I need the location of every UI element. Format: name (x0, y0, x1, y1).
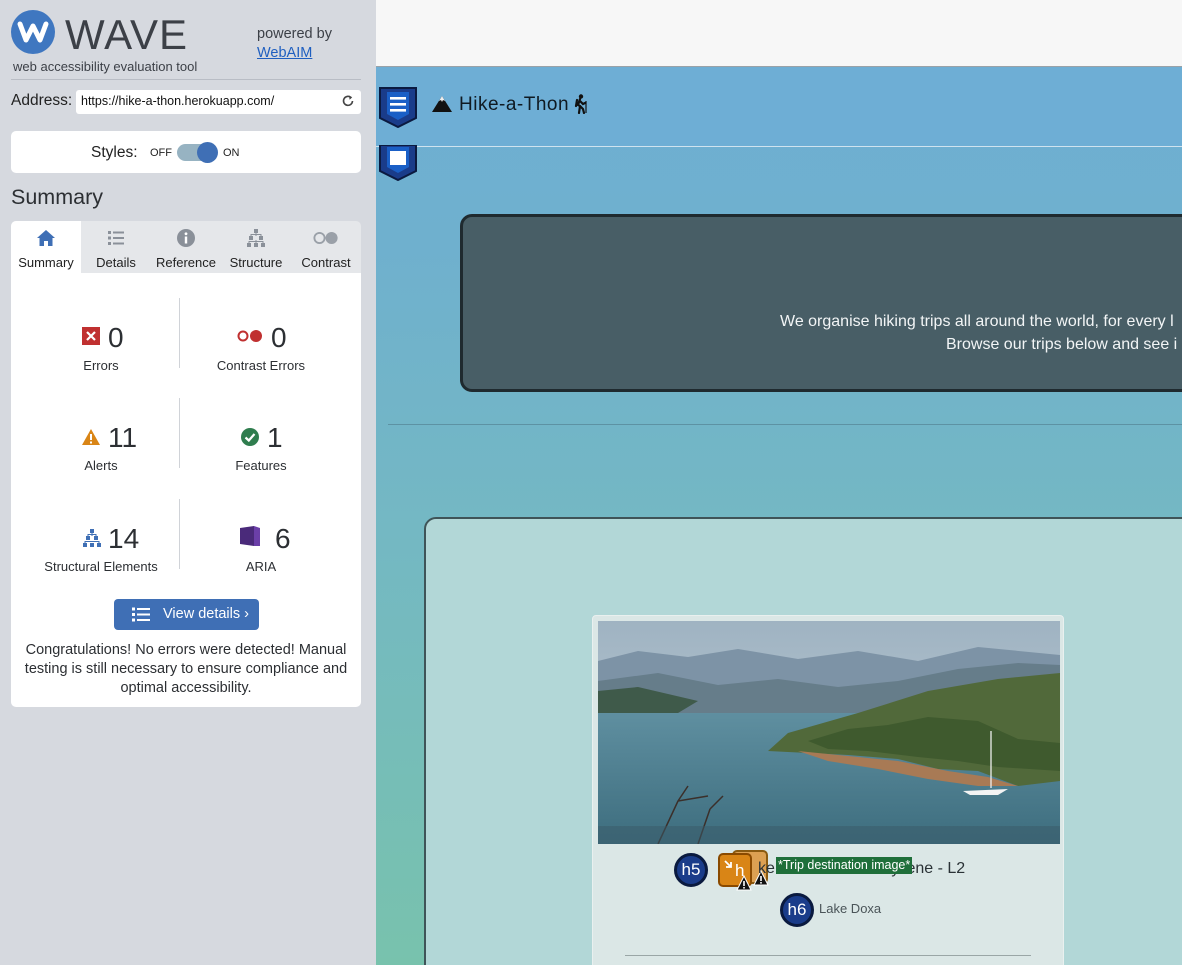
alerts-count: 11 (108, 422, 138, 453)
feature-icon (241, 428, 259, 446)
styles-off-label: OFF (150, 147, 172, 159)
structure-icon (247, 229, 265, 247)
tab-contrast[interactable]: Contrast (291, 221, 361, 273)
webaim-link[interactable]: WebAIM (257, 45, 312, 61)
structural-label: Structural Elements (44, 559, 158, 574)
tab-structure-label: Structure (229, 255, 283, 270)
structural-count: 14 (108, 523, 140, 554)
aria-count: 6 (275, 523, 291, 554)
errors-count: 0 (108, 322, 124, 353)
aria-badge-icon[interactable] (379, 86, 417, 128)
address-box (76, 90, 361, 114)
view-details-button[interactable]: View details › (114, 599, 259, 630)
contrast-icon (313, 231, 338, 245)
tab-reference[interactable]: Reference (151, 221, 221, 273)
list-icon (108, 231, 124, 245)
tab-details-label: Details (96, 255, 136, 270)
congrats-message: Congratulations! No errors were detected… (24, 642, 348, 696)
summary-panel: 0 Errors 0 Contrast Errors 11 Alerts 1 F… (11, 273, 361, 707)
tab-reference-label: Reference (156, 255, 216, 270)
wave-tagline: web accessibility evaluation tool (13, 59, 198, 74)
address-label: Address: (11, 92, 73, 109)
wave-logo-text: WAVE (65, 11, 189, 58)
features-count: 1 (267, 422, 283, 453)
summary-heading: Summary (11, 185, 103, 209)
hero-text-line-1: We organise hiking trips all around the … (780, 313, 1174, 330)
site-preview: Hike-a-Thon We organise hiking trips all… (376, 0, 1182, 965)
alt-text-label: *Trip destination image* (776, 857, 913, 874)
tab-summary-label: Summary (18, 255, 74, 270)
trip-subtitle: Lake Doxa (819, 901, 882, 916)
alert-icon (82, 429, 100, 445)
address-input[interactable] (81, 94, 331, 108)
arrow-icon (724, 860, 732, 868)
address-bar: Address: (11, 90, 361, 114)
section-divider (388, 424, 1182, 425)
view-details-label: View details › (163, 606, 249, 622)
tab-summary[interactable]: Summary (11, 221, 81, 273)
hero-banner: We organise hiking trips all around the … (460, 214, 1182, 392)
hiker-icon (574, 94, 587, 114)
error-icon (82, 327, 100, 345)
h6-badge[interactable]: h6 (780, 893, 814, 927)
stat-alerts[interactable]: 11 Alerts (21, 419, 181, 489)
tab-details[interactable]: Details (81, 221, 151, 273)
stat-aria[interactable]: 6 ARIA (181, 520, 341, 590)
powered-by-text: powered by (257, 26, 332, 42)
contrast-errors-label: Contrast Errors (216, 358, 306, 373)
powered-by: powered by WebAIM (257, 25, 332, 63)
contrast-errors-count: 0 (271, 322, 287, 353)
aria-label: ARIA (245, 559, 277, 574)
stat-structural[interactable]: 14 Structural Elements (21, 520, 181, 590)
list-icon (132, 607, 150, 622)
aria-badge-icon[interactable] (379, 145, 417, 181)
info-icon (177, 229, 195, 247)
wave-logo-icon (11, 10, 55, 54)
brand-text: Hike-a-Thon (459, 94, 570, 115)
styles-toggle-panel: Styles: OFF ON (11, 131, 361, 173)
styles-label: Styles: (91, 144, 138, 161)
tab-structure[interactable]: Structure (221, 221, 291, 273)
wave-sidebar: WAVE web accessibility evaluation tool p… (0, 0, 376, 965)
wave-header: WAVE web accessibility evaluation tool p… (11, 10, 361, 80)
trip-destination-image[interactable] (598, 621, 1060, 844)
card-divider (625, 955, 1031, 956)
h5-badge[interactable]: h5 (674, 853, 708, 887)
aria-icon (240, 526, 260, 546)
alerts-label: Alerts (84, 458, 118, 473)
trip-card[interactable]: h5 h ke Doxa - Mount Cyllene - L2 *Trip … (592, 615, 1064, 965)
features-label: Features (235, 458, 287, 473)
warning-triangle-icon (736, 875, 752, 891)
wave-tabs: Summary Details Reference Structure Cont… (11, 221, 361, 273)
home-icon (37, 230, 55, 246)
stat-contrast-errors[interactable]: 0 Contrast Errors (181, 319, 341, 389)
hero-text-line-2: Browse our trips below and see i (946, 336, 1178, 353)
errors-label: Errors (83, 358, 119, 373)
tab-contrast-label: Contrast (301, 255, 351, 270)
stat-errors[interactable]: 0 Errors (21, 319, 181, 389)
contrast-error-icon (237, 330, 262, 342)
mountain-icon (432, 96, 452, 112)
reload-icon[interactable] (341, 94, 355, 108)
styles-toggle-knob[interactable] (197, 142, 218, 163)
stat-features[interactable]: 1 Features (181, 419, 341, 489)
structural-icon (83, 529, 101, 547)
styles-on-label: ON (223, 147, 240, 159)
site-navbar: Hike-a-Thon (376, 68, 1182, 147)
site-top-strip (376, 0, 1182, 67)
